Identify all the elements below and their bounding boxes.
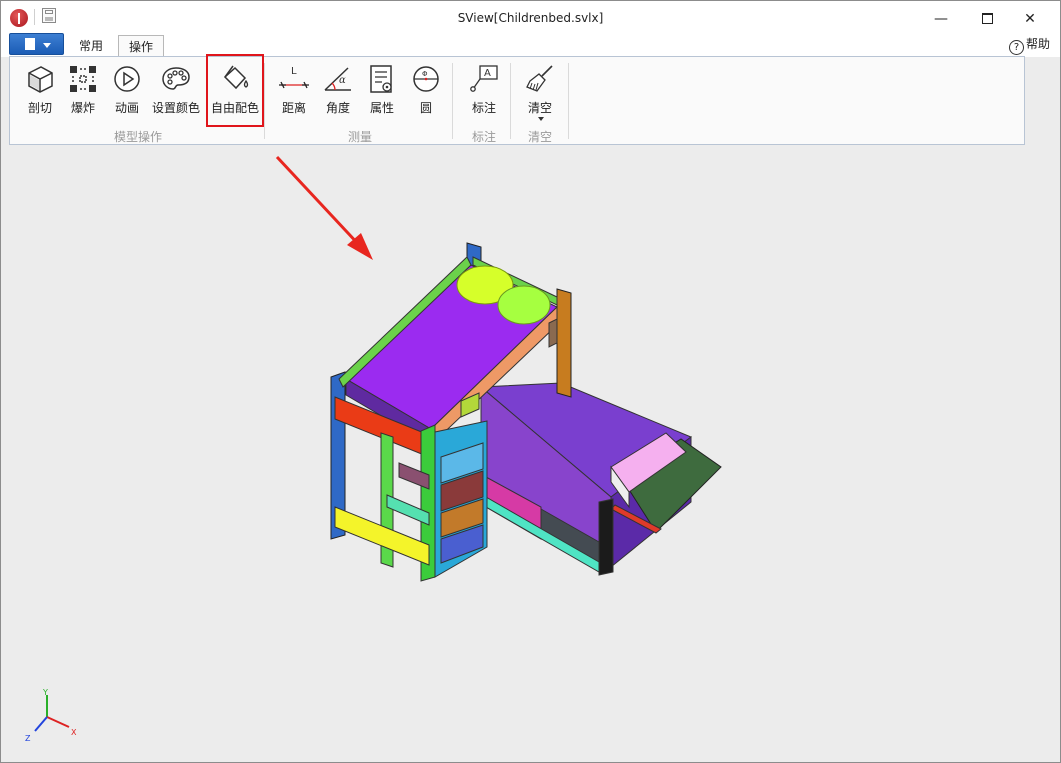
angle-button[interactable]: α 角度 xyxy=(320,61,356,117)
play-circle-icon xyxy=(114,66,140,92)
group-label-model-ops: 模型操作 xyxy=(113,130,162,144)
ribbon-tab-bar: 常用 操作 ? 帮助 xyxy=(1,33,1060,57)
svg-text:α: α xyxy=(339,75,346,86)
axis-x-label: X xyxy=(71,728,77,737)
document-icon xyxy=(25,38,35,50)
explode-label: 爆炸 xyxy=(70,101,95,115)
file-menu-button[interactable] xyxy=(9,33,64,55)
chevron-down-icon xyxy=(43,43,51,48)
properties-button[interactable]: 属性 xyxy=(364,61,400,117)
group-label-measure: 测量 xyxy=(347,130,372,144)
help-button[interactable]: ? 帮助 xyxy=(1008,35,1050,55)
tab-operate[interactable]: 操作 xyxy=(118,35,164,57)
section-button[interactable]: 剖切 xyxy=(22,61,58,117)
group-label-clear: 清空 xyxy=(527,130,552,144)
explode-icon xyxy=(70,66,96,92)
angle-label: 角度 xyxy=(325,101,350,115)
section-label: 剖切 xyxy=(27,101,52,115)
ribbon-panel: 剖切 爆炸 动画 设置颜色 自由配色 模型操作 L 距离 α 角度 属性 Φ 圆… xyxy=(9,54,1025,145)
axis-z-label: Z xyxy=(25,734,31,743)
annotate-button[interactable]: A 标注 xyxy=(466,61,502,117)
distance-icon: L xyxy=(279,66,309,89)
group-separator xyxy=(264,63,265,139)
distance-label: 距离 xyxy=(281,101,306,115)
maximize-button[interactable] xyxy=(972,10,1002,28)
cube-section-icon xyxy=(28,66,53,93)
clear-button[interactable]: 清空 xyxy=(522,61,558,121)
question-circle-icon: ? xyxy=(1008,40,1024,55)
3d-viewport[interactable]: Y X Z xyxy=(1,147,1060,762)
circle-button[interactable]: Φ 圆 xyxy=(408,61,444,117)
tab-common[interactable]: 常用 xyxy=(71,35,111,57)
animation-label: 动画 xyxy=(114,101,139,115)
circle-measure-icon: Φ xyxy=(413,66,439,92)
svg-text:Φ: Φ xyxy=(422,70,428,78)
close-button[interactable]: ✕ xyxy=(1015,10,1045,28)
distance-button[interactable]: L 距离 xyxy=(276,61,312,117)
group-separator xyxy=(568,63,569,139)
annotate-label: 标注 xyxy=(471,101,496,115)
window-title: SView[Childrenbed.svlx] xyxy=(457,11,604,25)
axis-y-label: Y xyxy=(42,688,48,697)
help-label: 帮助 xyxy=(1025,37,1050,51)
explode-button[interactable]: 爆炸 xyxy=(65,61,101,117)
set-color-button[interactable]: 设置颜色 xyxy=(151,61,201,117)
group-separator xyxy=(510,63,511,139)
clear-label: 清空 xyxy=(527,101,552,115)
broom-icon xyxy=(526,65,553,92)
app-window: SView[Childrenbed.svlx] — ✕ 常用 操作 ? 帮助 剖切 xyxy=(0,0,1061,763)
properties-icon xyxy=(370,65,392,93)
axis-triad: Y X Z xyxy=(25,688,77,743)
group-separator xyxy=(452,63,453,139)
circle-label: 圆 xyxy=(419,101,432,115)
palette-icon xyxy=(162,67,190,90)
svg-text:A: A xyxy=(484,68,491,79)
annotation-icon: A xyxy=(470,65,498,92)
maximize-icon xyxy=(981,13,993,24)
properties-label: 属性 xyxy=(369,101,394,115)
group-label-annotate: 标注 xyxy=(471,130,496,144)
angle-icon: α xyxy=(324,67,351,91)
minimize-button[interactable]: — xyxy=(926,10,956,28)
bunk-bed-model[interactable] xyxy=(1,147,1060,762)
set-color-label: 设置颜色 xyxy=(151,101,200,115)
free-color-highlight-box xyxy=(206,54,264,127)
svg-text:L: L xyxy=(291,66,297,77)
title-bar: SView[Childrenbed.svlx] — ✕ xyxy=(1,1,1060,33)
animation-button[interactable]: 动画 xyxy=(109,61,145,117)
chevron-down-icon xyxy=(538,117,544,121)
